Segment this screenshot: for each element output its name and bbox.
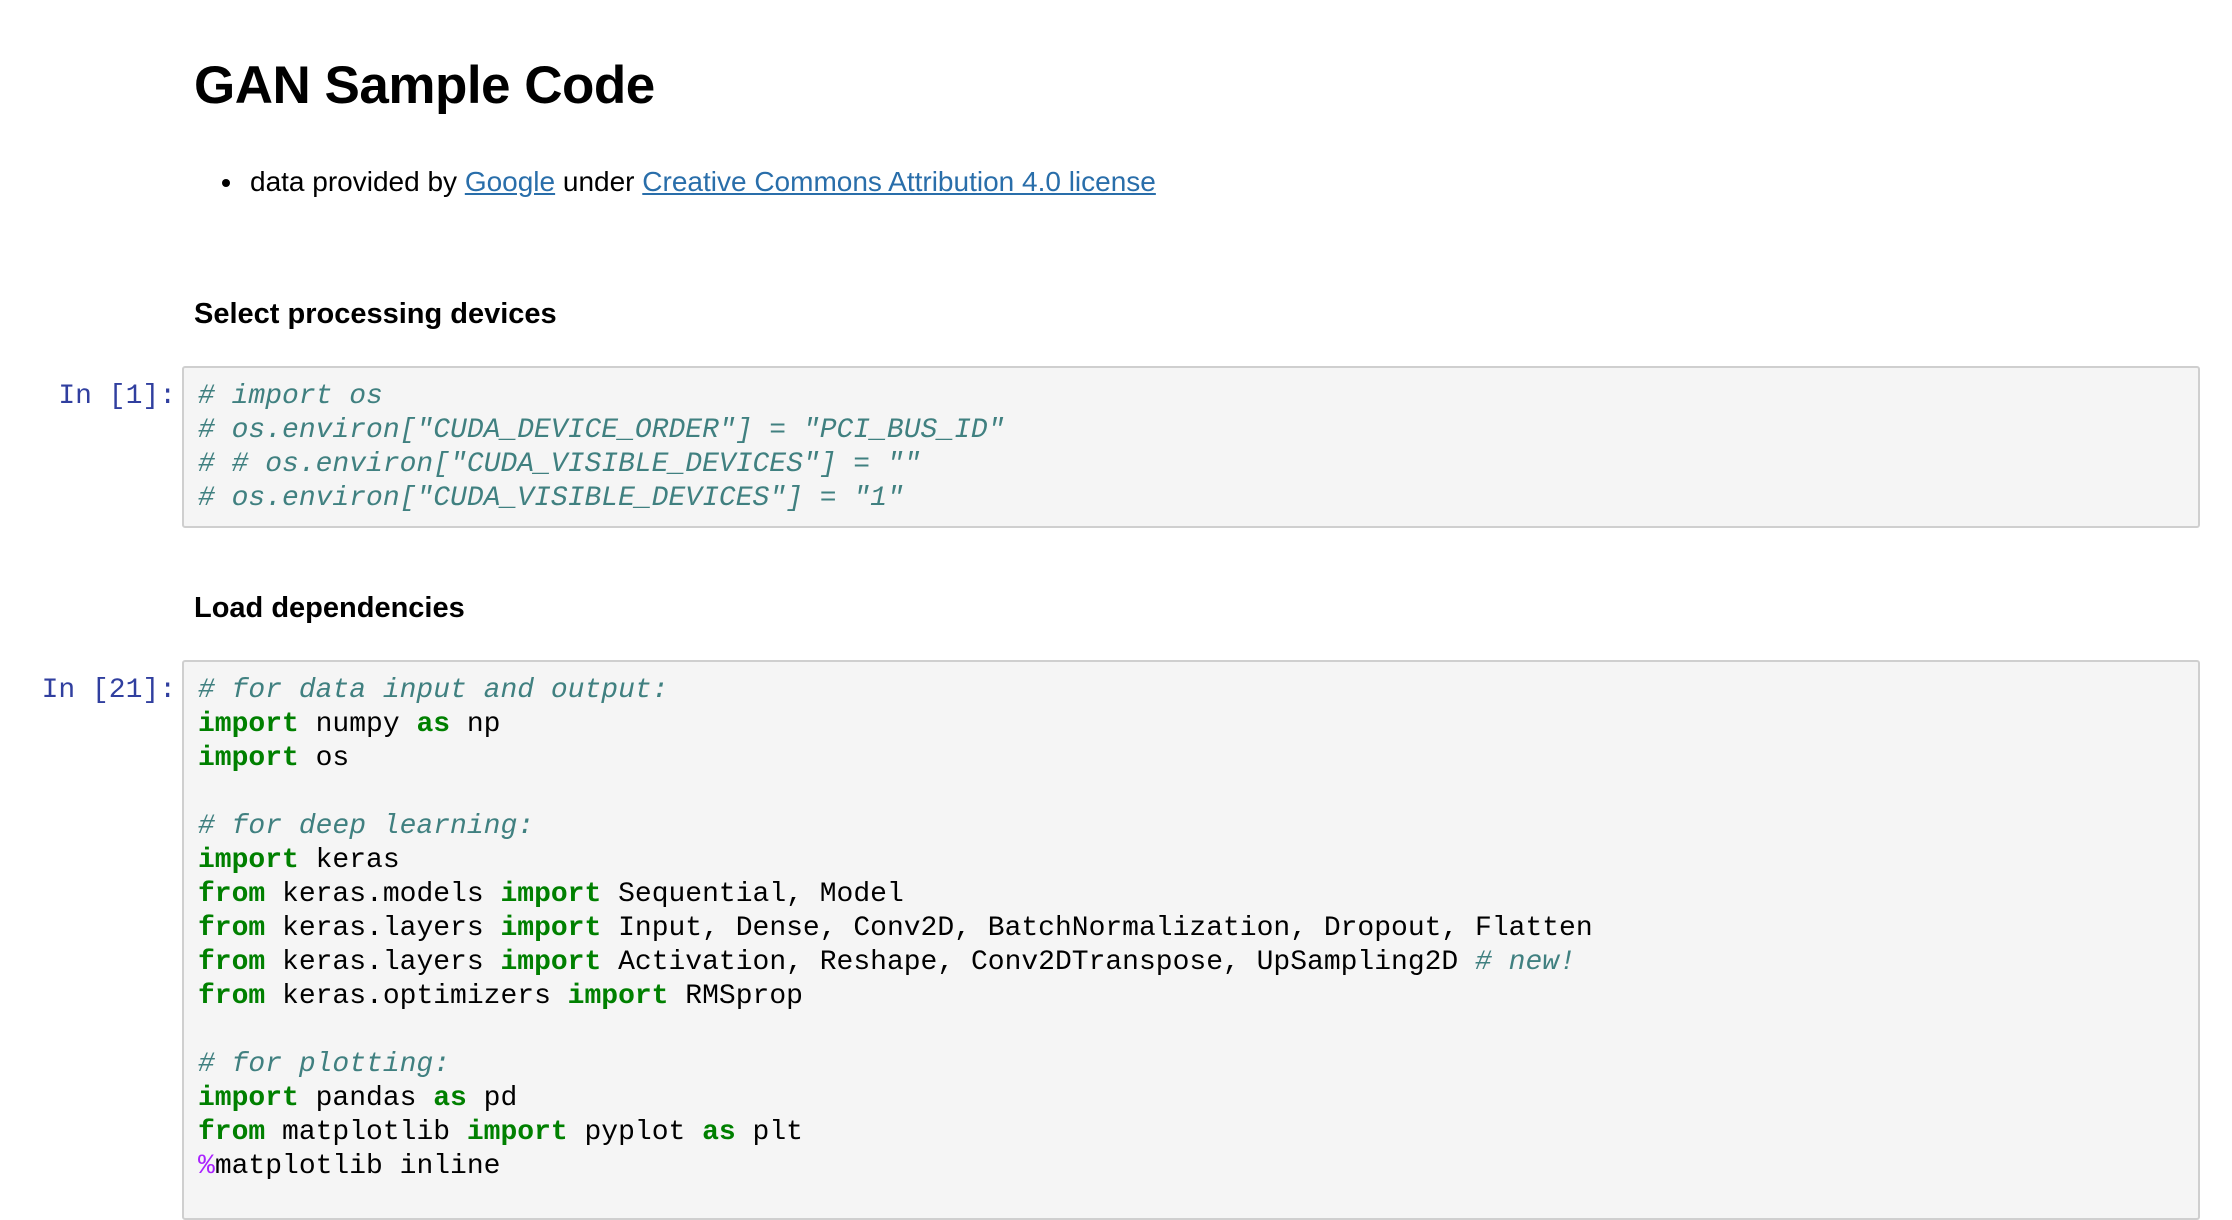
- code-token-comment: # new!: [1475, 947, 1576, 978]
- code-token-kw: import: [500, 913, 602, 944]
- code-token-plain: plt: [735, 1117, 803, 1148]
- code-line: from matplotlib import pyplot as plt: [198, 1116, 1593, 1150]
- code-token-plain: RMSprop: [668, 981, 803, 1012]
- code-token-kw: from: [198, 879, 266, 910]
- code-token-kw: import: [198, 1083, 299, 1114]
- code-token-kw: from: [198, 981, 266, 1012]
- code-token-magic: %: [198, 1151, 215, 1182]
- list-item: data provided by Google under Creative C…: [194, 158, 1156, 206]
- code-token-kw: import: [198, 845, 299, 876]
- code-cell-devices[interactable]: # import os # os.environ["CUDA_DEVICE_ORD…: [182, 366, 2200, 528]
- code-token-plain: keras.layers: [265, 947, 501, 978]
- code-line: import pandas as pd: [198, 1082, 1593, 1116]
- code-token-comment: # # os.environ["CUDA_VISIBLE_DEVICES"] =…: [198, 449, 921, 480]
- code-token-plain: Input, Dense, Conv2D, BatchNormalization…: [601, 913, 1593, 944]
- page-title: GAN Sample Code: [194, 56, 655, 115]
- code-editor[interactable]: # for data input and output: import numpy…: [198, 674, 1593, 1184]
- code-token-kw: from: [198, 1117, 266, 1148]
- google-link[interactable]: Google: [465, 166, 555, 197]
- code-line: # # os.environ["CUDA_VISIBLE_DEVICES"] =…: [198, 448, 1005, 482]
- code-token-comment: # import os: [198, 381, 383, 412]
- code-token-comment: # for data input and output:: [198, 675, 669, 706]
- code-line: import os: [198, 742, 1593, 776]
- code-token-kw: from: [198, 913, 266, 944]
- code-token-plain: pd: [466, 1083, 518, 1114]
- code-token-plain: keras.optimizers: [265, 981, 568, 1012]
- code-token-comment: # os.environ["CUDA_DEVICE_ORDER"] = "PCI…: [198, 415, 1005, 446]
- code-line: from keras.layers import Input, Dense, C…: [198, 912, 1593, 946]
- code-token-plain: matplotlib: [265, 1117, 467, 1148]
- code-token-plain: numpy: [298, 709, 417, 740]
- intro-list: data provided by Google under Creative C…: [194, 158, 1156, 206]
- code-token-kw: as: [416, 709, 451, 740]
- code-token-kw: from: [198, 947, 266, 978]
- code-line: # os.environ["CUDA_VISIBLE_DEVICES"] = "…: [198, 482, 1005, 516]
- code-token-plain: os: [298, 743, 350, 774]
- code-token-kw: as: [433, 1083, 467, 1114]
- code-token-plain: pandas: [298, 1083, 434, 1114]
- code-token-kw: import: [567, 981, 669, 1012]
- code-token-kw: as: [702, 1117, 736, 1148]
- intro-middle: under: [555, 166, 643, 197]
- code-line: # for deep learning:: [198, 810, 1593, 844]
- section-heading-devices: Select processing devices: [194, 298, 557, 330]
- code-line: # os.environ["CUDA_DEVICE_ORDER"] = "PCI…: [198, 414, 1005, 448]
- cell-prompt: In [21]:: [41, 675, 176, 706]
- code-line: # for data input and output:: [198, 674, 1593, 708]
- license-link[interactable]: Creative Commons Attribution 4.0 license: [642, 166, 1156, 197]
- code-token-plain: matplotlib inline: [214, 1151, 501, 1182]
- code-token-plain: Activation, Reshape, Conv2DTranspose, Up…: [601, 947, 1476, 978]
- cell-prompt: In [1]:: [58, 381, 176, 412]
- code-line: import keras: [198, 844, 1593, 878]
- code-line: from keras.models import Sequential, Mod…: [198, 878, 1593, 912]
- code-token-comment: # for plotting:: [198, 1049, 451, 1080]
- code-token-plain: pyplot: [567, 1117, 703, 1148]
- code-token-kw: import: [198, 743, 299, 774]
- code-token-plain: Sequential, Model: [601, 879, 904, 910]
- section-heading-dependencies: Load dependencies: [194, 592, 465, 624]
- code-line: import numpy as np: [198, 708, 1593, 742]
- code-line: %matplotlib inline: [198, 1150, 1593, 1184]
- code-line: from keras.layers import Activation, Res…: [198, 946, 1593, 980]
- code-token-plain: keras.models: [265, 879, 501, 910]
- notebook: GAN Sample Code data provided by Google …: [0, 0, 2232, 1220]
- code-token-plain: np: [450, 709, 501, 740]
- code-token-plain: keras: [298, 845, 400, 876]
- code-token-kw: import: [500, 879, 602, 910]
- code-line: from keras.optimizers import RMSprop: [198, 980, 1593, 1014]
- code-cell-dependencies[interactable]: # for data input and output: import numpy…: [182, 660, 2200, 1220]
- code-token-kw: import: [466, 1117, 568, 1148]
- code-token-kw: import: [198, 709, 299, 740]
- code-token-comment: # for deep learning:: [198, 811, 535, 842]
- code-line: # for plotting:: [198, 1048, 1593, 1082]
- code-editor[interactable]: # import os # os.environ["CUDA_DEVICE_ORD…: [198, 380, 1005, 516]
- code-token-plain: keras.layers: [265, 913, 501, 944]
- intro-prefix: data provided by: [250, 166, 465, 197]
- code-line: # import os: [198, 380, 1005, 414]
- code-token-comment: # os.environ["CUDA_VISIBLE_DEVICES"] = "…: [198, 483, 904, 514]
- code-token-kw: import: [500, 947, 602, 978]
